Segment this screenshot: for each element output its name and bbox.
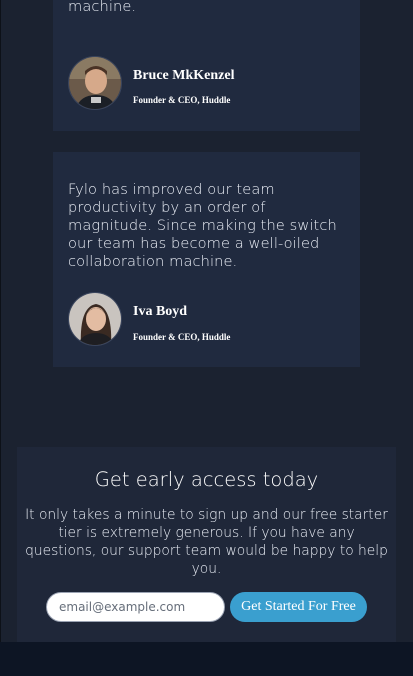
author-name: Iva Boyd bbox=[133, 304, 188, 319]
footer bbox=[0, 642, 413, 676]
email-input[interactable] bbox=[46, 592, 225, 622]
avatar-photo-icon bbox=[69, 57, 121, 109]
early-access-title: Get early access today bbox=[94, 468, 319, 491]
early-access-description: It only takes a minute to sign up and ou… bbox=[25, 507, 388, 577]
page-edge bbox=[0, 0, 1, 676]
get-started-button[interactable]: Get Started For Free bbox=[230, 592, 367, 622]
author-role: Founder & CEO, Huddle bbox=[133, 95, 231, 105]
early-access-section: Get early access today It only takes a m… bbox=[17, 447, 396, 642]
testimonial-card: Fylo has improved our team productivity … bbox=[53, 152, 360, 367]
testimonial-quote: become a well-oiled collaboration machin… bbox=[68, 0, 137, 15]
avatar-photo-icon bbox=[69, 293, 121, 345]
author-role: Founder & CEO, Huddle bbox=[133, 332, 231, 342]
testimonial-card: become a well-oiled collaboration machin… bbox=[53, 0, 360, 131]
author-name: Bruce MkKenzel bbox=[133, 68, 235, 83]
testimonial-quote: Fylo has improved our team productivity … bbox=[68, 181, 337, 270]
avatar bbox=[68, 56, 122, 110]
avatar bbox=[68, 292, 122, 346]
